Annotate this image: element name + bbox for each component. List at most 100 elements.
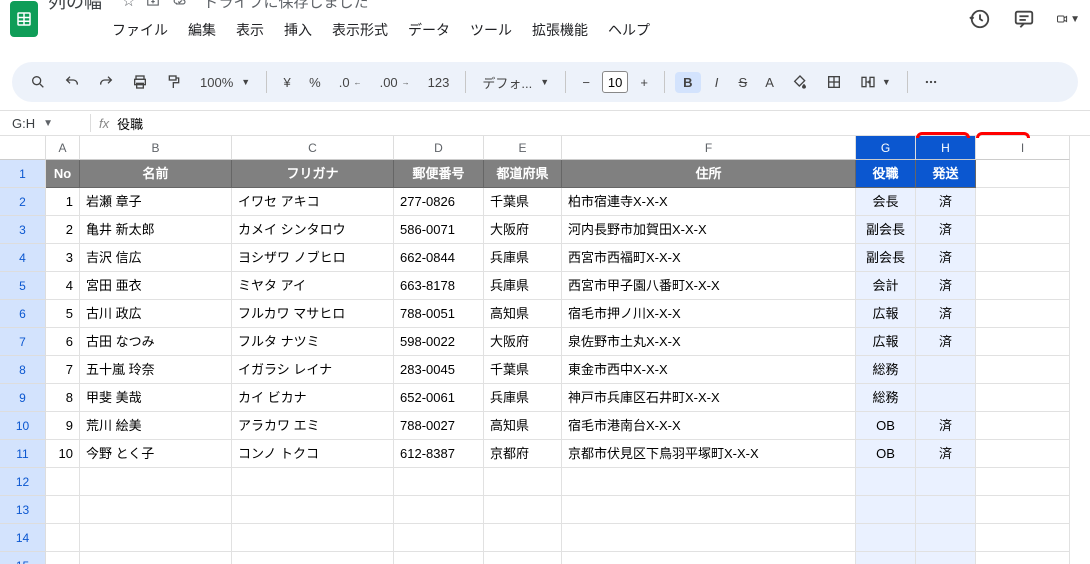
cell-addr[interactable]: 河内長野市加賀田X-X-X — [562, 216, 856, 244]
column-header-I[interactable]: I — [976, 136, 1070, 160]
cell-blank[interactable] — [976, 496, 1070, 524]
cell-shipped[interactable]: 済 — [916, 244, 976, 272]
font-size-input[interactable] — [602, 71, 628, 93]
merge-cells-button[interactable]: ▼ — [854, 70, 897, 94]
row-header-1[interactable]: 1 — [0, 160, 46, 188]
cell-blank[interactable] — [856, 468, 916, 496]
cell-postal[interactable]: 598-0022 — [394, 328, 484, 356]
cell-blank[interactable] — [232, 468, 394, 496]
cell-furigana[interactable]: イワセ アキコ — [232, 188, 394, 216]
menu-format[interactable]: 表示形式 — [324, 18, 396, 42]
cell-blank[interactable] — [484, 468, 562, 496]
search-icon[interactable] — [24, 70, 52, 94]
cell-furigana[interactable]: アラカワ エミ — [232, 412, 394, 440]
column-header-H[interactable]: H — [916, 136, 976, 160]
row-header-6[interactable]: 6 — [0, 300, 46, 328]
cell-blank[interactable] — [916, 496, 976, 524]
doc-title[interactable]: 列の幅 — [48, 0, 102, 14]
header-cell-postal[interactable]: 郵便番号 — [394, 160, 484, 188]
toolbar-more-icon[interactable] — [918, 71, 944, 93]
decrease-decimal-icon[interactable]: .0← — [333, 71, 368, 94]
cell-addr[interactable]: 宿毛市港南台X-X-X — [562, 412, 856, 440]
cell-blank[interactable] — [976, 524, 1070, 552]
menu-extensions[interactable]: 拡張機能 — [524, 18, 596, 42]
column-header-E[interactable]: E — [484, 136, 562, 160]
cell-shipped[interactable]: 済 — [916, 440, 976, 468]
cell-furigana[interactable]: ヨシザワ ノブヒロ — [232, 244, 394, 272]
cell-pref[interactable]: 高知県 — [484, 300, 562, 328]
comments-icon[interactable] — [1012, 7, 1036, 31]
header-cell-furigana[interactable]: フリガナ — [232, 160, 394, 188]
cell-name[interactable]: 古田 なつみ — [80, 328, 232, 356]
row-header-13[interactable]: 13 — [0, 496, 46, 524]
cell-blank[interactable] — [976, 552, 1070, 564]
menu-insert[interactable]: 挿入 — [276, 18, 320, 42]
cell-blank[interactable] — [484, 496, 562, 524]
cell-blank[interactable] — [976, 384, 1070, 412]
move-icon[interactable] — [145, 0, 161, 8]
select-all-corner[interactable] — [0, 136, 46, 160]
menu-data[interactable]: データ — [400, 18, 458, 42]
cell-shipped[interactable]: 済 — [916, 328, 976, 356]
row-header-3[interactable]: 3 — [0, 216, 46, 244]
cell-postal[interactable]: 277-0826 — [394, 188, 484, 216]
cell-blank[interactable] — [394, 524, 484, 552]
cell-postal[interactable]: 652-0061 — [394, 384, 484, 412]
cell-pref[interactable]: 兵庫県 — [484, 272, 562, 300]
borders-button[interactable] — [820, 70, 848, 94]
cell-addr[interactable]: 西宮市甲子園八番町X-X-X — [562, 272, 856, 300]
cell-postal[interactable]: 283-0045 — [394, 356, 484, 384]
cell-blank[interactable] — [46, 496, 80, 524]
strikethrough-button[interactable]: S — [733, 71, 754, 94]
cell-addr[interactable]: 泉佐野市土丸X-X-X — [562, 328, 856, 356]
cell-role[interactable]: 総務 — [856, 356, 916, 384]
cell-shipped[interactable]: 済 — [916, 216, 976, 244]
column-header-B[interactable]: B — [80, 136, 232, 160]
cell-blank[interactable] — [394, 552, 484, 564]
cell-pref[interactable]: 京都府 — [484, 440, 562, 468]
cell-blank[interactable] — [394, 496, 484, 524]
cell-blank[interactable] — [976, 160, 1070, 188]
fill-color-button[interactable] — [786, 70, 814, 94]
zoom-dropdown[interactable]: 100% ▼ — [194, 71, 256, 94]
cell-blank[interactable] — [394, 468, 484, 496]
cell-pref[interactable]: 大阪府 — [484, 216, 562, 244]
cell-blank[interactable] — [916, 468, 976, 496]
meet-icon[interactable]: ▼ — [1056, 7, 1080, 31]
column-header-A[interactable]: A — [46, 136, 80, 160]
row-header-15[interactable]: 15 — [0, 552, 46, 564]
cell-role[interactable]: 副会長 — [856, 244, 916, 272]
star-icon[interactable]: ☆ — [122, 0, 135, 10]
row-header-9[interactable]: 9 — [0, 384, 46, 412]
text-color-button[interactable]: A — [759, 71, 780, 94]
spreadsheet-grid[interactable]: ABCDEFGHI 1No名前フリガナ郵便番号都道府県住所役職発送21岩瀬 章子… — [0, 136, 1090, 560]
undo-icon[interactable] — [58, 70, 86, 94]
cell-no[interactable]: 1 — [46, 188, 80, 216]
header-cell-addr[interactable]: 住所 — [562, 160, 856, 188]
cell-name[interactable]: 荒川 絵美 — [80, 412, 232, 440]
cell-role[interactable]: 広報 — [856, 300, 916, 328]
header-cell-no[interactable]: No — [46, 160, 80, 188]
menu-edit[interactable]: 編集 — [180, 18, 224, 42]
cell-role[interactable]: 総務 — [856, 384, 916, 412]
cell-pref[interactable]: 兵庫県 — [484, 244, 562, 272]
cell-blank[interactable] — [232, 496, 394, 524]
row-header-4[interactable]: 4 — [0, 244, 46, 272]
print-icon[interactable] — [126, 70, 154, 94]
cell-pref[interactable]: 千葉県 — [484, 188, 562, 216]
cell-no[interactable]: 6 — [46, 328, 80, 356]
column-header-F[interactable]: F — [562, 136, 856, 160]
cell-no[interactable]: 10 — [46, 440, 80, 468]
cell-blank[interactable] — [80, 524, 232, 552]
cell-blank[interactable] — [976, 244, 1070, 272]
header-cell-shipped[interactable]: 発送 — [916, 160, 976, 188]
more-formats-button[interactable]: 123 — [422, 71, 456, 94]
cell-role[interactable]: 会計 — [856, 272, 916, 300]
cell-blank[interactable] — [562, 496, 856, 524]
increase-decimal-icon[interactable]: .00→ — [374, 71, 416, 94]
cell-name[interactable]: 吉沢 信広 — [80, 244, 232, 272]
cell-blank[interactable] — [976, 300, 1070, 328]
cell-name[interactable]: 岩瀬 章子 — [80, 188, 232, 216]
row-header-5[interactable]: 5 — [0, 272, 46, 300]
cell-shipped[interactable]: 済 — [916, 188, 976, 216]
